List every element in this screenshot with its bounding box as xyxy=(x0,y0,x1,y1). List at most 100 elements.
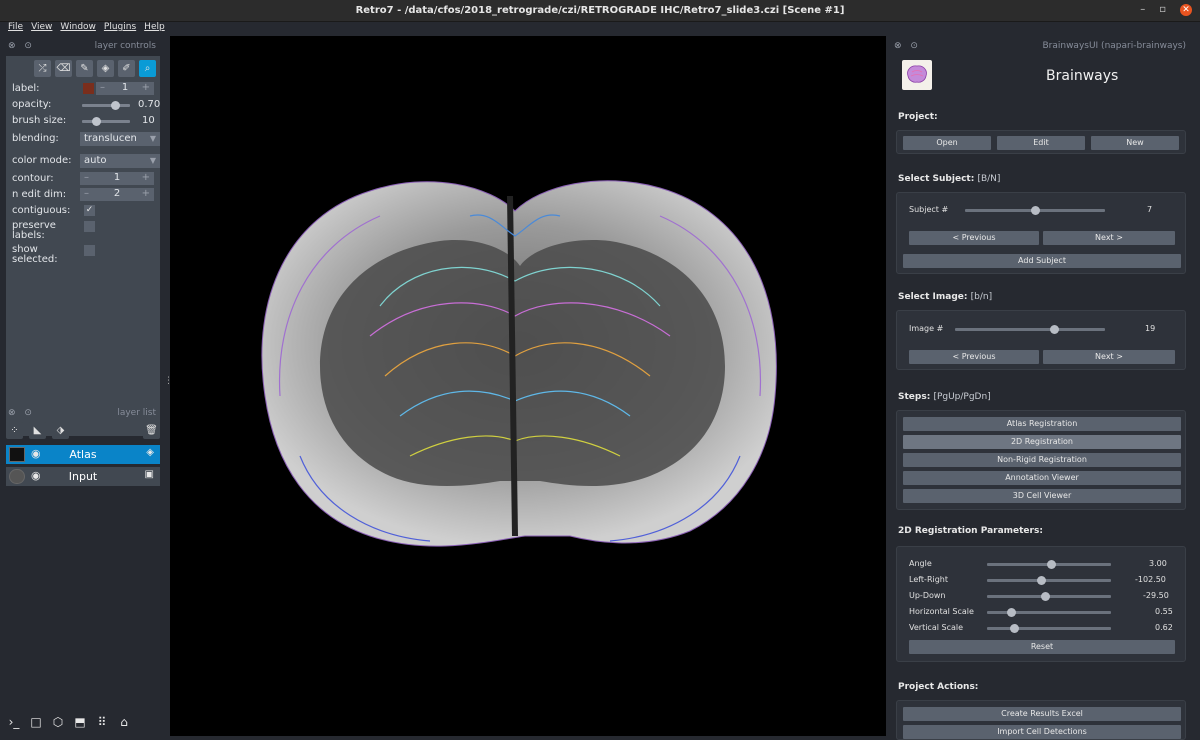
transpose-icon[interactable]: ⬒ xyxy=(72,714,88,730)
select-subject-group: Subject # 7 < Previous Next > Add Subjec… xyxy=(896,192,1186,274)
add-subject-button[interactable]: Add Subject xyxy=(903,254,1181,268)
next-image-button[interactable]: Next > xyxy=(1043,350,1175,364)
menu-plugins[interactable]: Plugins xyxy=(104,22,136,36)
maximize-icon[interactable]: ▫ xyxy=(1159,4,1166,16)
label-control: label: –1 + xyxy=(6,81,160,97)
zoom-icon[interactable]: ⌕ xyxy=(139,60,156,77)
show-selected-checkbox[interactable] xyxy=(84,245,95,256)
select-subject-label: Select Subject: [B/N] xyxy=(898,174,1000,184)
step-2d-registration[interactable]: 2D Registration xyxy=(903,435,1181,449)
brainways-dock-title: ⊗ ⊙ BrainwaysUI (napari-brainways) xyxy=(886,40,1200,54)
opacity-value: 0.70 xyxy=(138,99,161,110)
menu-help[interactable]: Help xyxy=(144,22,165,36)
step-annotation-viewer[interactable]: Annotation Viewer xyxy=(903,471,1181,485)
menu-file[interactable]: File xyxy=(8,22,23,36)
viewer-canvas[interactable]: ⋮ xyxy=(164,36,886,736)
subject-value: 7 xyxy=(1147,205,1153,214)
new-labels-layer-icon[interactable]: ⬗ xyxy=(52,422,69,439)
label-color-swatch[interactable] xyxy=(83,83,94,94)
layer-row-input[interactable]: ◉ Input ▣ xyxy=(6,467,160,486)
param-up-down-knob[interactable] xyxy=(1040,592,1050,601)
close-icon[interactable]: ✕ xyxy=(1180,4,1192,16)
pencil-icon[interactable]: ✎ xyxy=(76,60,93,77)
roll-icon[interactable]: ⬡ xyxy=(50,714,66,730)
image-slider[interactable] xyxy=(955,325,1105,334)
eraser-icon[interactable]: ⌫ xyxy=(55,60,72,77)
select-subject-text: Select Subject: xyxy=(898,174,975,184)
color-mode-control: color mode: auto ▼ xyxy=(6,153,160,169)
import-cell-detections-button[interactable]: Import Cell Detections xyxy=(903,725,1181,739)
registration-params-label: 2D Registration Parameters: xyxy=(898,526,1043,536)
contiguous-control: contiguous: ✓ xyxy=(6,203,160,219)
dock-controls[interactable]: ⊗ ⊙ xyxy=(894,41,921,51)
subject-slider-knob[interactable] xyxy=(1030,206,1040,215)
param-left-right-slider[interactable] xyxy=(987,576,1111,585)
param-horizontal-scale-knob[interactable] xyxy=(1007,608,1017,617)
menu-window[interactable]: Window xyxy=(60,22,96,36)
step-atlas-registration[interactable]: Atlas Registration xyxy=(903,417,1181,431)
preserve-labels-label: preserve labels: xyxy=(12,220,56,241)
minimize-icon[interactable]: – xyxy=(1140,4,1145,16)
contiguous-checkbox[interactable]: ✓ xyxy=(84,205,95,216)
param-up-down-slider[interactable] xyxy=(987,592,1111,601)
opacity-label: opacity: xyxy=(12,99,52,110)
previous-image-button[interactable]: < Previous xyxy=(909,350,1039,364)
create-results-excel-button[interactable]: Create Results Excel xyxy=(903,707,1181,721)
blending-dropdown[interactable]: translucen ▼ xyxy=(80,132,160,146)
color-mode-dropdown[interactable]: auto ▼ xyxy=(80,154,160,168)
image-slider-knob[interactable] xyxy=(1049,325,1059,334)
layer-row-atlas[interactable]: ◉ Atlas ◈ xyxy=(6,445,160,464)
n-edit-dim-spinbox[interactable]: –2 + xyxy=(80,188,154,201)
open-button[interactable]: Open xyxy=(903,136,991,150)
blending-label: blending: xyxy=(12,133,59,144)
param-vertical-scale-knob[interactable] xyxy=(1009,624,1019,633)
layer-controls-dock-title: ⊗ ⊙ layer controls xyxy=(0,40,170,54)
left-dock: ⊗ ⊙ layer controls ⤮ ⌫ ✎ ◈ ✐ ⌕ label: –1… xyxy=(0,36,170,736)
param-left-right-knob[interactable] xyxy=(1037,576,1047,585)
brush-size-slider[interactable] xyxy=(82,117,130,126)
step-3d-cell-viewer[interactable]: 3D Cell Viewer xyxy=(903,489,1181,503)
dock-controls[interactable]: ⊗ ⊙ xyxy=(8,41,35,51)
splitter-handle[interactable]: ⋮ xyxy=(164,376,173,386)
blending-control: blending: translucen ▼ xyxy=(6,131,160,147)
param-vertical-scale-value: 0.62 xyxy=(1155,623,1173,632)
grid-icon[interactable]: ⠿ xyxy=(94,714,110,730)
preserve-labels-checkbox[interactable] xyxy=(84,221,95,232)
window-title: Retro7 - /data/cfos/2018_retrograde/czi/… xyxy=(355,5,845,16)
delete-layer-icon[interactable]: 🗑 xyxy=(143,422,160,439)
brush-size-slider-knob[interactable] xyxy=(91,117,101,126)
param-horizontal-scale-slider[interactable] xyxy=(987,608,1111,617)
eyedropper-icon[interactable]: ✐ xyxy=(118,60,135,77)
label-spinbox[interactable]: –1 + xyxy=(96,82,154,95)
previous-subject-button[interactable]: < Previous xyxy=(909,231,1039,245)
select-image-keys: [b/n] xyxy=(970,292,993,302)
home-icon[interactable]: ⌂ xyxy=(116,714,132,730)
dock-title-label: BrainwaysUI (napari-brainways) xyxy=(1042,41,1186,51)
next-subject-button[interactable]: Next > xyxy=(1043,231,1175,245)
fill-icon[interactable]: ◈ xyxy=(97,60,114,77)
steps-text: Steps: xyxy=(898,392,931,402)
viewer-buttons: ›_ □ ⬡ ⬒ ⠿ ⌂ xyxy=(6,714,132,730)
new-button[interactable]: New xyxy=(1091,136,1179,150)
param-angle-slider[interactable] xyxy=(987,560,1111,569)
step-non-rigid-registration[interactable]: Non-Rigid Registration xyxy=(903,453,1181,467)
layer-list: ◉ Atlas ◈ ◉ Input ▣ xyxy=(6,445,160,505)
n-edit-dim-control: n edit dim: –2 + xyxy=(6,187,160,203)
menu-view[interactable]: View xyxy=(31,22,52,36)
contour-spinbox[interactable]: –1 + xyxy=(80,172,154,185)
contiguous-label: contiguous: xyxy=(12,205,71,216)
param-vertical-scale-slider[interactable] xyxy=(987,624,1111,633)
new-shapes-layer-icon[interactable]: ◣ xyxy=(29,422,46,439)
shuffle-icon[interactable]: ⤮ xyxy=(34,60,51,77)
param-angle-knob[interactable] xyxy=(1046,560,1056,569)
console-icon[interactable]: ›_ xyxy=(6,714,22,730)
brush-size-control: brush size: 10 xyxy=(6,113,160,129)
edit-button[interactable]: Edit xyxy=(997,136,1085,150)
opacity-slider[interactable] xyxy=(82,101,130,110)
reset-button[interactable]: Reset xyxy=(909,640,1175,654)
opacity-slider-knob[interactable] xyxy=(111,101,121,110)
ndisplay-icon[interactable]: □ xyxy=(28,714,44,730)
new-points-layer-icon[interactable]: ⁘ xyxy=(6,422,23,439)
subject-slider[interactable] xyxy=(965,206,1105,215)
dock-controls[interactable]: ⊗ ⊙ xyxy=(8,408,35,418)
